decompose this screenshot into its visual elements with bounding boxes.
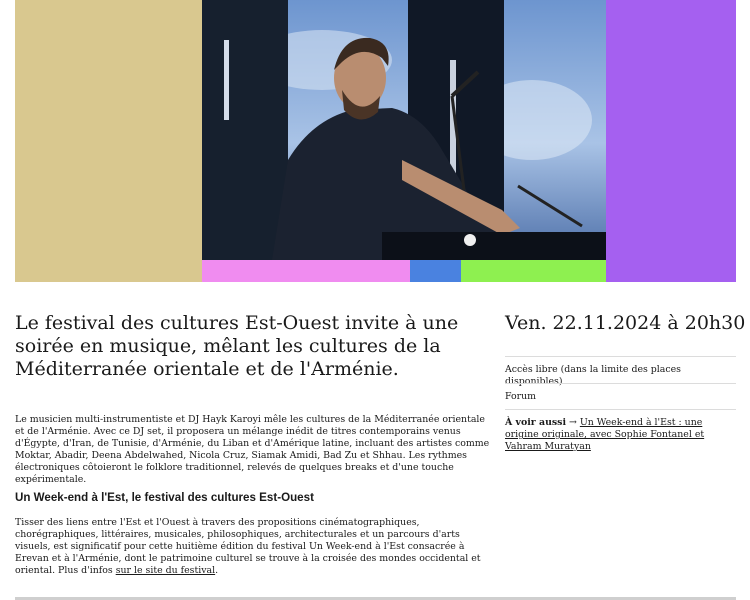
- festival-heading: Un Week-end à l'Est, le festival des cul…: [15, 491, 314, 504]
- see-also-label: À voir aussi: [505, 417, 567, 428]
- color-strip-green: [461, 260, 606, 282]
- venue-info: Forum: [505, 391, 537, 402]
- festival-text: Tisser des liens entre l'Est et l'Ouest …: [15, 517, 481, 577]
- dj-performer-image: [202, 0, 606, 260]
- color-block-violet: [606, 0, 736, 282]
- hero-banner: [15, 0, 736, 282]
- access-info: Accès libre (dans la limite des places d…: [505, 364, 681, 388]
- festival-site-link[interactable]: sur le site du festival: [116, 565, 215, 576]
- arrow-icon: →: [566, 417, 580, 428]
- event-description: Le musicien multi-instrumentiste et DJ H…: [15, 414, 490, 486]
- color-strip-blue: [410, 260, 461, 282]
- color-block-sand: [15, 0, 202, 282]
- festival-description: Tisser des liens entre l'Est et l'Ouest …: [15, 517, 493, 577]
- event-lead: Le festival des cultures Est-Ouest invit…: [15, 312, 459, 380]
- see-also: À voir aussi → Un Week-end à l'Est : une…: [505, 417, 736, 454]
- color-strip-pink: [202, 260, 410, 282]
- divider: [505, 409, 736, 410]
- hero-photo: [202, 0, 606, 260]
- event-date: Ven. 22.11.2024 à 20h30: [505, 312, 746, 334]
- divider: [505, 383, 736, 384]
- festival-text-end: .: [215, 565, 219, 577]
- divider: [505, 356, 736, 357]
